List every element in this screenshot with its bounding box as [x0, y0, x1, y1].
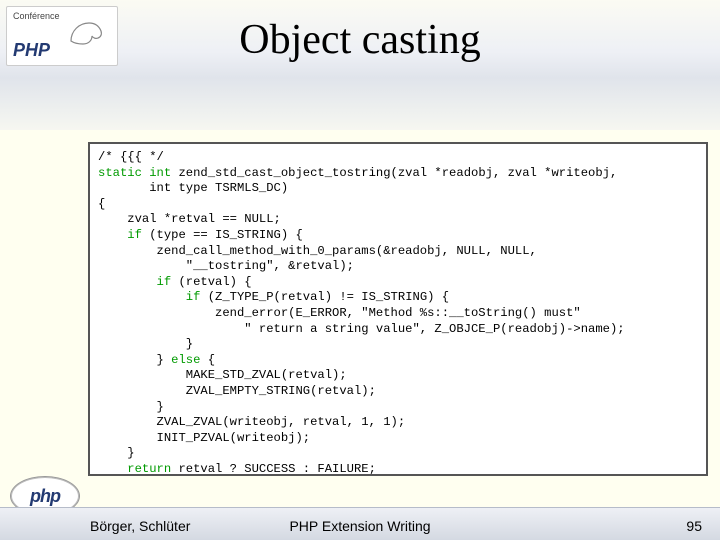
code-line: {	[98, 197, 105, 211]
code-keyword: else	[171, 353, 200, 367]
footer-bar: Börger, Schlüter PHP Extension Writing 9…	[0, 507, 720, 540]
footer-page-number: 95	[686, 518, 702, 534]
code-line: MAKE_STD_ZVAL(retval);	[98, 368, 347, 382]
code-line: " return a string value", Z_OBJCE_P(read…	[98, 322, 625, 336]
code-text: retval ? SUCCESS : FAILURE;	[171, 462, 376, 476]
code-line: int type TSRMLS_DC)	[98, 181, 288, 195]
code-line: zend_call_method_with_0_params(&readobj,…	[98, 244, 544, 258]
slide-title: Object casting	[0, 16, 720, 64]
code-line: ZVAL_ZVAL(writeobj, retval, 1, 1);	[98, 415, 405, 429]
code-block: /* {{{ */ static int zend_std_cast_objec…	[88, 142, 708, 476]
code-text: }	[98, 353, 171, 367]
code-line: ZVAL_EMPTY_STRING(retval);	[98, 384, 376, 398]
code-line: }	[98, 337, 193, 351]
code-keyword: static int	[98, 166, 171, 180]
code-line: zval *retval == NULL;	[98, 212, 281, 226]
code-line: INIT_PZVAL(writeobj);	[98, 431, 310, 445]
code-keyword: if	[98, 290, 200, 304]
code-text: {	[200, 353, 215, 367]
code-text: zend_std_cast_object_tostring(zval *read…	[171, 166, 624, 180]
code-text: (Z_TYPE_P(retval) != IS_STRING) {	[200, 290, 449, 304]
code-line: }	[98, 446, 135, 460]
code-line: /* {{{ */	[98, 150, 164, 164]
footer-title: PHP Extension Writing	[0, 518, 720, 534]
code-keyword: if	[98, 228, 142, 242]
code-keyword: return	[98, 462, 171, 476]
php-logo-text: php	[30, 486, 60, 507]
code-line: zend_error(E_ERROR, "Method %s::__toStri…	[98, 306, 581, 320]
code-text: (retval) {	[171, 275, 251, 289]
code-line: }	[98, 400, 164, 414]
code-text: (type == IS_STRING) {	[142, 228, 303, 242]
code-keyword: if	[98, 275, 171, 289]
code-line: "__tostring", &retval);	[98, 259, 354, 273]
